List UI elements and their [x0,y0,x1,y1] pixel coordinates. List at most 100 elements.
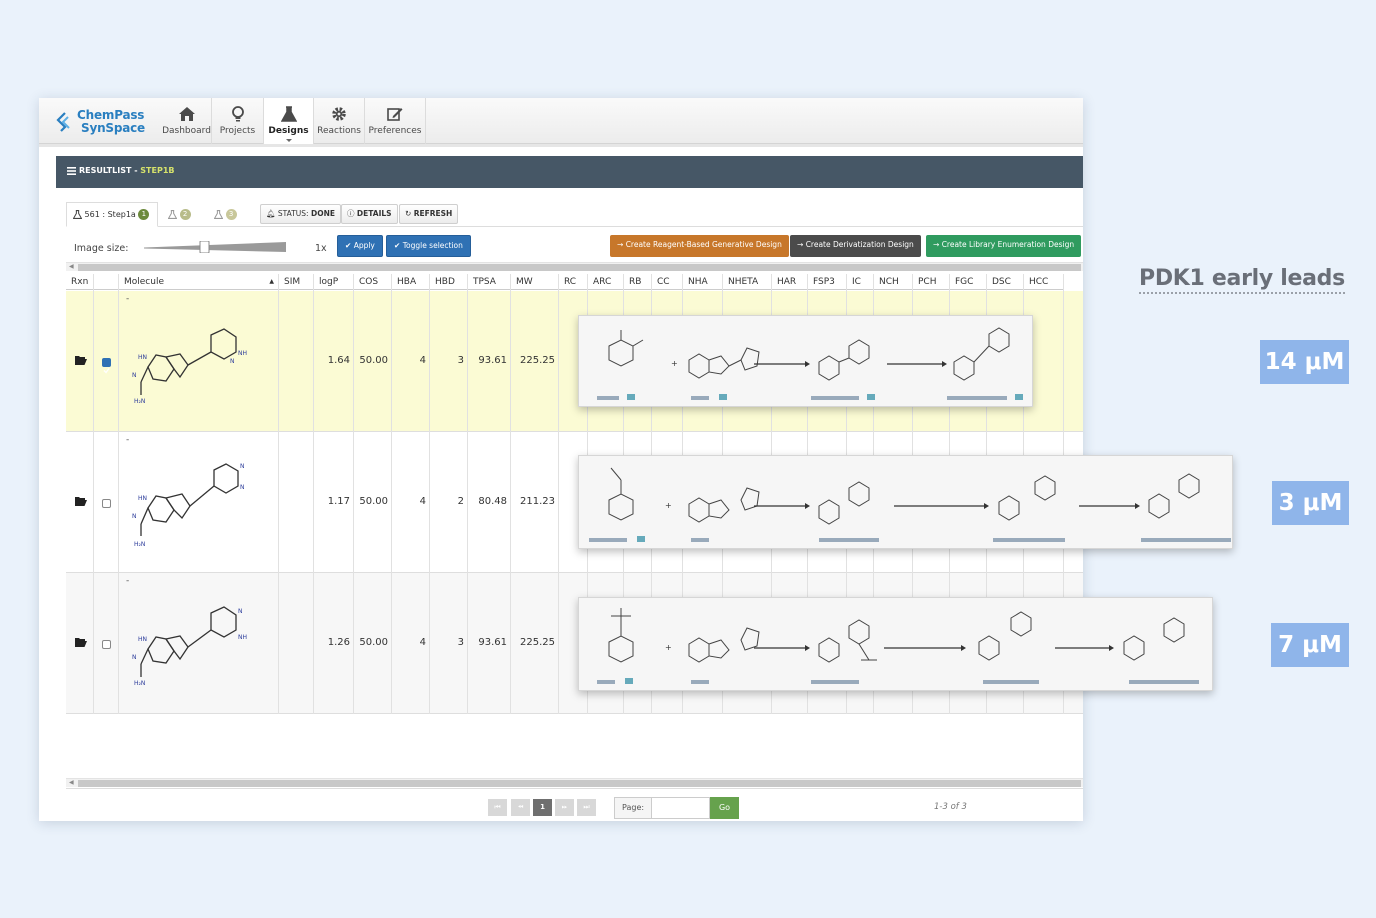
chempass-logo[interactable]: ChemPass SynSpace [55,107,165,137]
column-divider [467,274,468,714]
go-button[interactable]: Go [710,797,739,819]
pagination: ⏮︎ ⏪︎ 1 ⏩︎ ⏭︎ Page: Go 1-3 of 3 [66,788,1083,821]
column-divider [118,274,119,714]
molecule-structure[interactable]: HN N N N H₂N [126,456,266,548]
cell-hba: 4 [419,496,426,507]
tab-2[interactable]: 2 [168,202,204,227]
nav-projects[interactable]: Projects [212,98,264,144]
folder-open-icon[interactable] [75,637,87,647]
column-header-rxn[interactable]: Rxn [66,274,94,290]
column-header-nheta[interactable]: NHETA [723,274,772,290]
current-page[interactable]: 1 [533,799,552,816]
column-divider [429,274,430,714]
column-header-hba[interactable]: HBA [392,274,430,290]
cell-mw: 211.23 [520,496,555,507]
image-size-slider[interactable] [144,241,286,253]
column-header-arc[interactable]: ARC [588,274,624,290]
home-icon [178,107,195,121]
row-checkbox[interactable] [102,358,111,374]
column-header-cos[interactable]: COS [354,274,392,290]
check-icon [103,368,110,374]
image-size-label: Image size: [74,243,129,254]
reaction-scheme-3[interactable]: + [578,597,1213,691]
check-icon: ✔ [394,241,401,250]
svg-text:N: N [132,372,137,379]
column-header-sim[interactable]: SIM [279,274,314,290]
tab-badge: 2 [179,209,191,220]
column-divider [558,274,559,714]
create-derivatization-design-button[interactable]: → Create Derivatization Design [790,235,921,257]
svg-text:N: N [240,463,245,470]
column-header-rc[interactable]: RC [559,274,588,290]
column-header-cc[interactable]: CC [652,274,683,290]
molecule-structure[interactable]: HN N NH N H₂N [126,317,266,407]
nav-projects-label: Projects [219,126,256,136]
cell-mw: 225.25 [520,637,555,648]
column-header-logp[interactable]: logP [314,274,354,290]
tab-3[interactable]: 3 [214,202,250,227]
column-header-mw[interactable]: MW [511,274,559,290]
refresh-label: REFRESH [413,209,453,218]
svg-text:H₂N: H₂N [134,398,145,405]
column-header-pch[interactable]: PCH [913,274,950,290]
column-header-tpsa[interactable]: TPSA [468,274,511,290]
flask-icon [214,210,223,219]
page-input[interactable] [651,797,710,819]
folder-open-icon[interactable] [75,496,87,506]
check-icon: ✔ [345,241,352,250]
details-label: DETAILS [356,209,392,218]
column-header-nha[interactable]: NHA [683,274,723,290]
column-header-nch[interactable]: NCH [874,274,913,290]
column-header-rb[interactable]: RB [624,274,652,290]
scrollbar-thumb[interactable] [78,264,1081,271]
refresh-button[interactable]: ↻ REFRESH [399,204,459,224]
column-header-dsc[interactable]: DSC [987,274,1024,290]
row-checkbox[interactable] [102,499,111,508]
nav-designs[interactable]: Designs [264,98,314,144]
column-header-fgc[interactable]: FGC [950,274,987,290]
row-id: - [126,294,130,304]
molecule-structure[interactable]: HN N N NH H₂N [126,599,266,689]
next-page-button[interactable]: ⏩︎ [555,799,574,816]
create-library-design-button[interactable]: → Create Library Enumeration Design [926,235,1082,257]
cell-logp: 1.17 [327,496,350,507]
zoom-level: 1x [315,243,327,254]
top-scrollbar[interactable]: ◀ [66,262,1083,271]
gear-icon [332,107,346,121]
details-button[interactable]: ⓘ DETAILS [341,204,398,224]
prev-page-button[interactable]: ⏪︎ [511,799,530,816]
column-header-har[interactable]: HAR [772,274,808,290]
nav-preferences[interactable]: Preferences [365,98,426,144]
column-header-fsp3[interactable]: FSP3 [808,274,847,290]
first-page-button[interactable]: ⏮︎ [488,799,507,816]
annotation-title: PDK1 early leads [1139,266,1345,294]
scrollbar-thumb[interactable] [78,780,1081,787]
create-reagent-design-button[interactable]: → Create Reagent-Based Generative Design [610,235,789,257]
scroll-left-icon[interactable]: ◀ [69,779,74,786]
reaction-diagram: + [589,467,1231,542]
column-header-select[interactable] [94,274,119,290]
reaction-scheme-1[interactable]: + [578,315,1033,407]
refresh-icon: ↻ [405,209,412,218]
column-header-hcc[interactable]: HCC [1024,274,1064,290]
folder-open-icon[interactable] [75,355,87,365]
sort-asc-icon[interactable]: ▲ [269,274,274,290]
reaction-scheme-2[interactable]: + [578,455,1233,549]
last-page-button[interactable]: ⏭︎ [577,799,596,816]
nav-reactions[interactable]: Reactions [314,98,365,144]
row-checkbox[interactable] [102,640,111,649]
column-header-hbd[interactable]: HBD [430,274,468,290]
status-button[interactable]: 🔔︎ STATUS: DONE [260,204,341,224]
column-header-ic[interactable]: IC [847,274,874,290]
cell-tpsa: 80.48 [478,496,507,507]
tab-step1a[interactable]: 561 : Step1a 1 [66,202,158,227]
column-header-molecule[interactable]: Molecule ▲ [119,274,279,290]
nav-dashboard[interactable]: Dashboard [162,98,212,144]
scroll-left-icon[interactable]: ◀ [69,263,74,270]
ic50-badge: 14 μM [1260,340,1349,384]
toggle-label: Toggle selection [402,241,463,250]
apply-button[interactable]: ✔ Apply [337,235,383,257]
toggle-selection-button[interactable]: ✔ Toggle selection [386,235,471,257]
bottom-scrollbar[interactable]: ◀ [66,778,1083,787]
svg-text:N: N [240,484,245,491]
